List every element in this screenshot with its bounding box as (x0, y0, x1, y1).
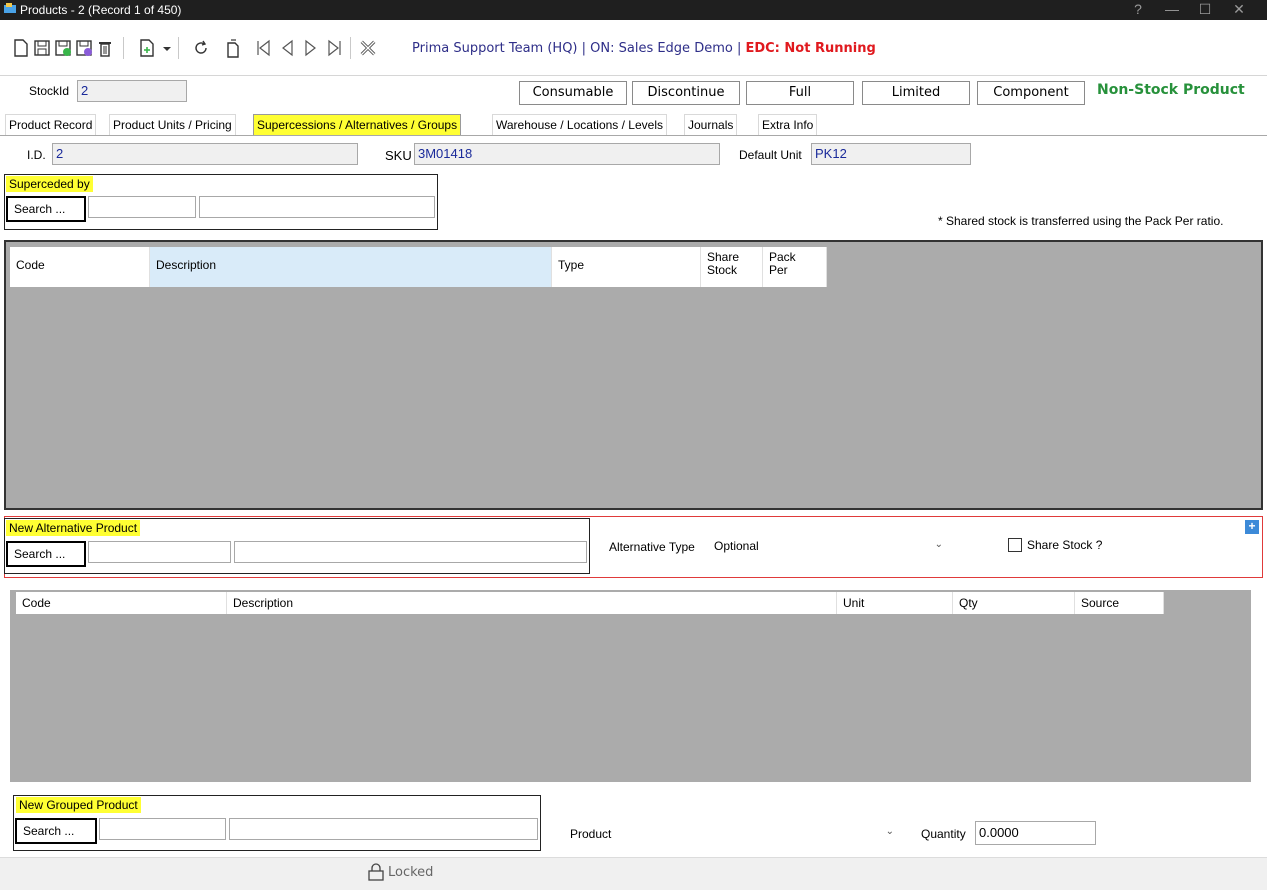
col-label: Description (156, 258, 217, 272)
discontinue-button[interactable]: Discontinue (632, 81, 740, 105)
close-icon[interactable] (359, 38, 379, 58)
connection-status: Prima Support Team (HQ) | ON: Sales Edge… (412, 41, 746, 56)
add-alternative-button[interactable]: + (1245, 520, 1259, 534)
tab-supercessions-alternatives-groups[interactable]: Supercessions / Alternatives / Groups (253, 114, 462, 135)
delete-icon[interactable] (96, 38, 114, 58)
lock-icon (367, 863, 385, 881)
product-select[interactable]: ⌄ (624, 821, 902, 845)
tab-product-units-pricing[interactable]: Product Units / Pricing (109, 114, 236, 135)
chevron-down-icon: ⌄ (885, 826, 894, 837)
groups-col-code[interactable]: Code (16, 592, 227, 614)
consumable-button[interactable]: Consumable (519, 81, 627, 105)
full-button[interactable]: Full (746, 81, 854, 105)
alternative-description-field[interactable] (234, 541, 587, 563)
save-icon[interactable] (33, 38, 51, 58)
save-close-icon[interactable] (75, 38, 93, 58)
limited-button[interactable]: Limited (862, 81, 970, 105)
tab-extra-info[interactable]: Extra Info (758, 114, 818, 135)
groups-grid (10, 590, 1251, 782)
groups-col-qty[interactable]: Qty (953, 592, 1075, 614)
share-stock-label: Share Stock ? (1027, 538, 1103, 552)
new-grouped-title: New Grouped Product (16, 797, 141, 813)
close-window-button[interactable]: ✕ (1225, 1, 1253, 18)
toolbar-separator (178, 37, 179, 59)
toolbar-status: Prima Support Team (HQ) | ON: Sales Edge… (412, 41, 876, 56)
product-label: Product (570, 827, 612, 841)
toolbar-separator (123, 37, 124, 59)
col-label: Pack Per (769, 250, 796, 277)
grouped-description-field[interactable] (229, 818, 538, 840)
superceded-search-button[interactable]: Search ... (6, 196, 86, 222)
status-bar (0, 857, 1267, 890)
groups-col-unit[interactable]: Unit (837, 592, 953, 614)
toolbar-separator (350, 37, 351, 59)
lock-status: Locked (388, 865, 434, 880)
dropdown-icon[interactable] (158, 38, 171, 58)
quantity-label: Quantity (921, 827, 966, 841)
product-type-label: Non-Stock Product (1097, 82, 1245, 98)
superceded-code-field[interactable] (88, 196, 196, 218)
stock-id-field[interactable]: 2 (77, 80, 187, 102)
default-unit-field[interactable]: PK12 (811, 143, 971, 165)
alternatives-col-code[interactable]: Code (10, 247, 150, 287)
superceded-by-title: Superceded by (6, 176, 93, 192)
alternative-type-value: Optional (714, 539, 759, 553)
col-label: Type (558, 258, 585, 272)
grouped-search-button[interactable]: Search ... (15, 818, 97, 844)
app-icon (4, 3, 16, 13)
help-button[interactable]: ? (1124, 1, 1152, 17)
first-record-icon[interactable] (254, 38, 272, 58)
maximize-button[interactable]: ☐ (1191, 1, 1219, 18)
component-button[interactable]: Component (977, 81, 1085, 105)
col-label: Share Stock (707, 250, 740, 277)
id-field[interactable]: 2 (52, 143, 358, 165)
sku-field[interactable]: 3M01418 (414, 143, 720, 165)
col-label: Code (16, 258, 45, 272)
shared-stock-note: * Shared stock is transferred using the … (938, 214, 1224, 228)
alternatives-col-description[interactable]: Description (150, 247, 552, 287)
id-label: I.D. (27, 148, 46, 162)
alternative-search-button[interactable]: Search ... (6, 541, 86, 567)
quantity-field[interactable]: 0.0000 (975, 821, 1096, 845)
tab-warehouse-locations-levels[interactable]: Warehouse / Locations / Levels (492, 114, 667, 135)
edc-status: EDC: Not Running (745, 41, 876, 56)
alternatives-col-share-stock[interactable]: Share Stock (701, 247, 763, 287)
alternative-code-field[interactable] (88, 541, 231, 563)
grouped-code-field[interactable] (99, 818, 226, 840)
save-new-icon[interactable] (54, 38, 72, 58)
sku-label: SKU (385, 148, 412, 163)
alternatives-col-type[interactable]: Type (552, 247, 701, 287)
alternatives-col-pack-per[interactable]: Pack Per (763, 247, 827, 287)
default-unit-label: Default Unit (739, 148, 802, 162)
tab-product-record[interactable]: Product Record (5, 114, 97, 135)
alternative-type-select[interactable]: Optional ⌄ (711, 534, 951, 558)
add-icon[interactable] (138, 38, 156, 58)
last-record-icon[interactable] (326, 38, 344, 58)
new-alternative-title: New Alternative Product (6, 520, 141, 536)
minimize-button[interactable]: — (1158, 1, 1186, 17)
previous-record-icon[interactable] (278, 38, 296, 58)
window-title: Products - 2 (Record 1 of 450) (20, 3, 182, 17)
title-bar: Products - 2 (Record 1 of 450) ? — ☐ ✕ (0, 0, 1267, 20)
chevron-down-icon: ⌄ (934, 539, 943, 550)
new-icon[interactable] (12, 38, 30, 58)
stock-id-label: StockId (29, 84, 70, 98)
next-record-icon[interactable] (302, 38, 320, 58)
refresh-icon[interactable] (192, 38, 210, 58)
tab-journals[interactable]: Journals (684, 114, 738, 135)
groups-col-source[interactable]: Source (1075, 592, 1164, 614)
copy-icon[interactable] (224, 38, 242, 58)
superceded-description-field[interactable] (199, 196, 435, 218)
groups-col-description[interactable]: Description (227, 592, 837, 614)
share-stock-checkbox[interactable] (1008, 538, 1022, 552)
alternative-type-label: Alternative Type (609, 540, 695, 554)
